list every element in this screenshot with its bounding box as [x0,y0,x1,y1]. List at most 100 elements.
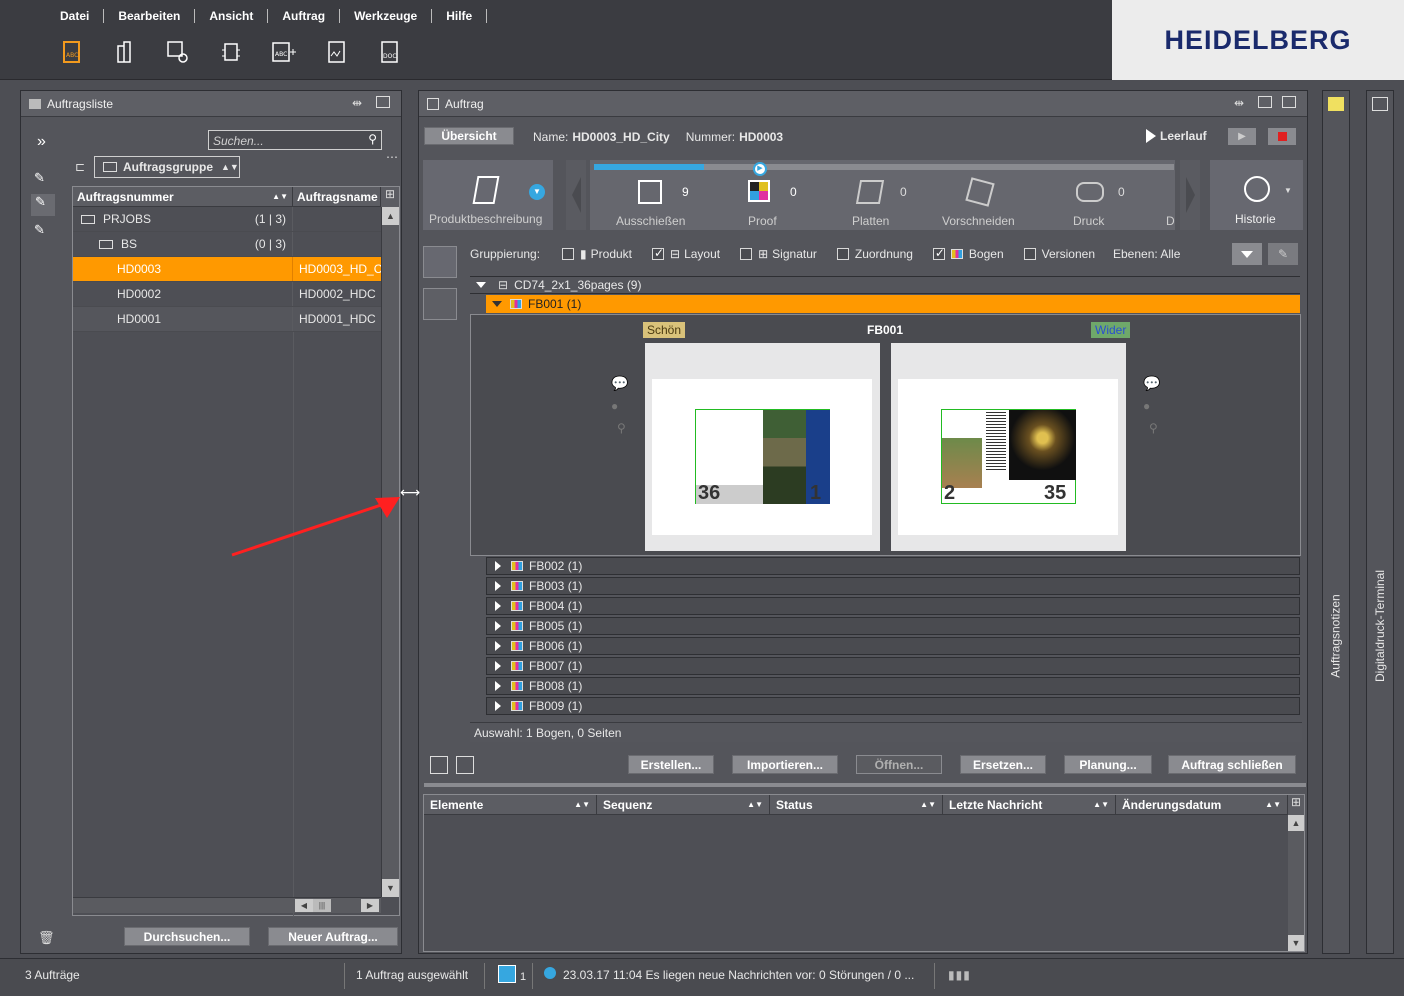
expand-icon[interactable] [495,561,501,571]
feed-icon[interactable] [498,965,516,983]
sheet-row[interactable]: FB007 (1) [486,657,1300,675]
page-view-icon[interactable] [423,288,457,320]
grouping-sheet-checkbox[interactable] [932,246,945,260]
column-job-number[interactable]: Auftragsnummer ▲▼ [73,187,293,206]
browse-button[interactable]: Durchsuchen... [124,927,250,946]
expand-icon[interactable] [495,621,501,631]
sheet-row[interactable]: FB008 (1) [486,677,1300,695]
import-button[interactable]: Importieren... [732,755,838,774]
digital-print-tab[interactable]: Digitaldruck-Terminal [1369,561,1391,691]
grouping-assignment-checkbox[interactable] [836,248,849,260]
message-info-icon[interactable] [544,967,556,979]
job-group-select[interactable]: Auftragsgruppe ▲▼ [94,156,240,178]
step-imposition[interactable]: 9 Ausschießen [592,170,710,230]
expand-icon[interactable] [495,601,501,611]
job-document-icon[interactable]: ABC [58,38,86,66]
note-icon[interactable] [1328,97,1344,111]
sheet-row[interactable]: FB006 (1) [486,637,1300,655]
text-edit-icon[interactable]: ABC [270,38,298,66]
zoom-icon[interactable]: ⚲ [617,421,626,435]
dropdown-circle-icon[interactable]: ▼ [529,184,545,200]
menu-datei[interactable]: Datei [46,9,105,23]
scroll-down-icon[interactable]: ▼ [382,879,399,897]
close-job-button[interactable]: Auftrag schließen [1168,755,1296,774]
history-step[interactable]: ▼ Historie [1210,160,1303,230]
menu-ansicht[interactable]: Ansicht [195,9,269,23]
replace-button[interactable]: Ersetzen... [960,755,1046,774]
column-status[interactable]: Status ▲▼ [770,795,943,814]
step-plates[interactable]: 0 Platten [818,170,926,230]
job-search-input[interactable]: Suchen... ⚲ [208,130,382,150]
list-view-icon[interactable] [430,756,448,774]
signature-icon[interactable] [323,38,351,66]
trash-icon[interactable]: 🗑 [38,930,55,946]
column-sequence[interactable]: Sequenz ▲▼ [597,795,770,814]
sheet-row[interactable]: FB009 (1) [486,697,1300,715]
planning-button[interactable]: Planung... [1064,755,1152,774]
collapse-icon[interactable] [492,301,502,307]
grouping-versions-checkbox[interactable] [1023,248,1036,260]
stop-button[interactable] [1268,128,1296,145]
report-icon[interactable]: DOC [376,38,404,66]
menu-hilfe[interactable]: Hilfe [432,9,488,23]
elements-vscroll[interactable]: ▲ ▼ [1288,815,1304,951]
expand-icon[interactable]: » [37,133,46,151]
step-precut[interactable]: Vorschneiden [926,170,1038,230]
zoom-icon[interactable]: ⚲ [1149,421,1158,435]
layout-node[interactable]: ⊟ CD74_2x1_36pages (9) [470,276,1300,294]
job-row[interactable]: HD0001 HD0001_HDC [73,307,381,332]
column-elements[interactable]: Elemente ▲▼ [424,795,597,814]
job-notes-tab[interactable]: Auftragsnotizen [1325,591,1347,681]
menu-auftrag[interactable]: Auftrag [268,9,341,23]
maximize-icon[interactable] [1258,96,1272,108]
grouping-signature-checkbox[interactable] [740,248,753,260]
expand-icon[interactable] [495,581,501,591]
split-icon[interactable]: ⇹ [352,96,362,110]
collapse-icon[interactable] [476,282,486,288]
grouping-product-checkbox[interactable] [562,248,575,260]
sheet-row[interactable]: FB005 (1) [486,617,1300,635]
steps-scroll-right[interactable] [1180,160,1200,230]
column-modified-date[interactable]: Änderungsdatum ▲▼ [1116,795,1288,814]
tree-row-prjobs[interactable]: PRJOBS (1 | 3) [73,207,381,232]
brush-alt-icon[interactable]: ✎ [34,222,52,240]
back-sheet[interactable]: 2 35 [891,343,1126,551]
step-proof[interactable]: 0 Proof [710,170,818,230]
levels-dropdown[interactable] [1232,243,1262,265]
more-icon[interactable]: ⋯ [386,150,398,164]
product-step[interactable]: ▼ Produktbeschreibung [423,160,553,230]
sheet-row-selected[interactable]: FB001 (1) [486,295,1300,313]
panel-splitter[interactable] [424,783,1306,787]
open-button[interactable]: Öffnen... [856,755,942,774]
expand-icon[interactable] [495,681,501,691]
grid-view-icon[interactable] [456,756,474,774]
job-row[interactable]: HD0002 HD0002_HDC [73,282,381,307]
create-button[interactable]: Erstellen... [628,755,714,774]
dropdown-icon[interactable]: ▼ [1284,186,1292,195]
scroll-right-icon[interactable]: ▶ [361,899,379,912]
steps-scroll-left[interactable] [566,160,586,230]
comment-icon[interactable]: 💬 [611,375,628,392]
start-button[interactable]: ▶ [1228,128,1256,145]
scroll-thumb[interactable]: ||| [313,899,331,912]
expand-icon[interactable] [495,661,501,671]
settings-icon[interactable] [164,38,192,66]
scroll-down-icon[interactable]: ▼ [1288,935,1304,951]
grouping-layout-checkbox[interactable] [652,246,664,260]
step-print[interactable]: 0 Druck [1038,170,1146,230]
sheet-row[interactable]: FB002 (1) [486,557,1300,575]
terminal-icon[interactable] [1372,97,1388,111]
scroll-up-icon[interactable]: ▲ [382,207,399,225]
sheet-row[interactable]: FB003 (1) [486,577,1300,595]
column-chooser-icon[interactable]: ⊞ [381,187,399,207]
sheet-row[interactable]: FB004 (1) [486,597,1300,615]
comment-icon[interactable]: 💬 [1143,375,1160,392]
job-row-selected[interactable]: HD0003 HD0003_HD_C [73,257,381,282]
split-icon[interactable]: ⇹ [1234,96,1244,110]
search-icon[interactable]: ⚲ [368,132,377,146]
brush-active-icon[interactable]: ✎ [31,194,55,216]
front-sheet[interactable]: 36 1 [645,343,880,551]
new-job-button[interactable]: Neuer Auftrag... [268,927,398,946]
expand-icon[interactable] [495,701,501,711]
scroll-up-icon[interactable]: ▲ [1288,815,1304,831]
